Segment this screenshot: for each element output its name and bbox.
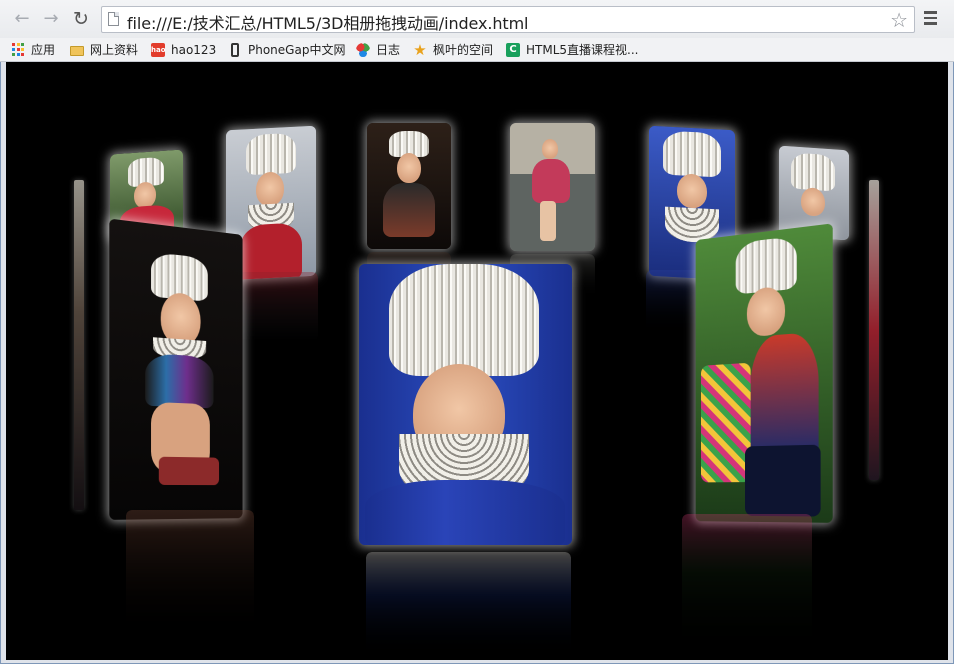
reload-icon[interactable]: ↻ xyxy=(70,8,92,30)
photo-front-right-reflection xyxy=(682,514,812,660)
forward-arrow-icon[interactable]: → xyxy=(40,8,62,30)
browser-toolbar: ← → ↻ file:///E:/技术汇总/HTML5/3D相册拖拽动画/ind… xyxy=(0,0,954,38)
gallery-viewport[interactable] xyxy=(6,62,948,660)
phone-icon xyxy=(231,42,239,57)
bookmark-html5-course[interactable]: C HTML5直播课程视... xyxy=(506,41,638,58)
bookmark-label: 网上资料 xyxy=(90,43,139,57)
photo-back-center-right[interactable] xyxy=(510,123,595,251)
photo-front-right[interactable] xyxy=(695,223,833,523)
bookmark-log[interactable]: 日志 xyxy=(356,41,400,58)
bookmark-label: 日志 xyxy=(376,43,401,57)
photo-front-left-reflection xyxy=(126,510,254,640)
bookmark-label: HTML5直播课程视... xyxy=(526,43,639,57)
hao123-icon: hao xyxy=(151,42,166,57)
photo-front-left[interactable] xyxy=(109,218,243,520)
flower-icon xyxy=(356,42,370,57)
address-bar[interactable]: file:///E:/技术汇总/HTML5/3D相册拖拽动画/index.htm… xyxy=(101,6,915,33)
bookmarks-bar: 应用 网上资料 hao hao123 PhoneGap中文网 日志 ★ 枫叶的空… xyxy=(0,38,954,62)
bookmark-space[interactable]: ★ 枫叶的空间 xyxy=(413,41,493,58)
bookmark-folder[interactable]: 网上资料 xyxy=(70,41,138,58)
photo-back-left-reflection xyxy=(232,272,318,342)
bookmark-label: 应用 xyxy=(31,43,56,57)
photo-edge-right[interactable] xyxy=(869,180,879,480)
page-icon xyxy=(108,12,119,26)
bookmark-apps[interactable]: 应用 xyxy=(12,41,55,58)
apps-grid-icon xyxy=(12,43,25,56)
photo-edge-left[interactable] xyxy=(74,180,84,510)
star-icon: ★ xyxy=(413,40,427,59)
bookmark-phonegap[interactable]: PhoneGap中文网 xyxy=(228,41,345,58)
bookmark-hao123[interactable]: hao hao123 xyxy=(151,41,216,58)
photo-front-center[interactable] xyxy=(359,264,572,545)
folder-icon xyxy=(70,45,84,56)
bookmark-label: 枫叶的空间 xyxy=(433,43,494,57)
c-logo-icon: C xyxy=(506,42,520,57)
back-arrow-icon[interactable]: ← xyxy=(11,8,33,30)
photo-back-center-left[interactable] xyxy=(367,123,451,249)
photo-front-center-reflection xyxy=(366,552,571,660)
bookmark-label: PhoneGap中文网 xyxy=(248,43,346,57)
menu-icon[interactable] xyxy=(924,11,937,25)
url-text[interactable]: file:///E:/技术汇总/HTML5/3D相册拖拽动画/index.htm… xyxy=(127,10,529,34)
bookmark-star-icon[interactable]: ☆ xyxy=(890,8,908,32)
bookmark-label: hao123 xyxy=(171,42,217,57)
